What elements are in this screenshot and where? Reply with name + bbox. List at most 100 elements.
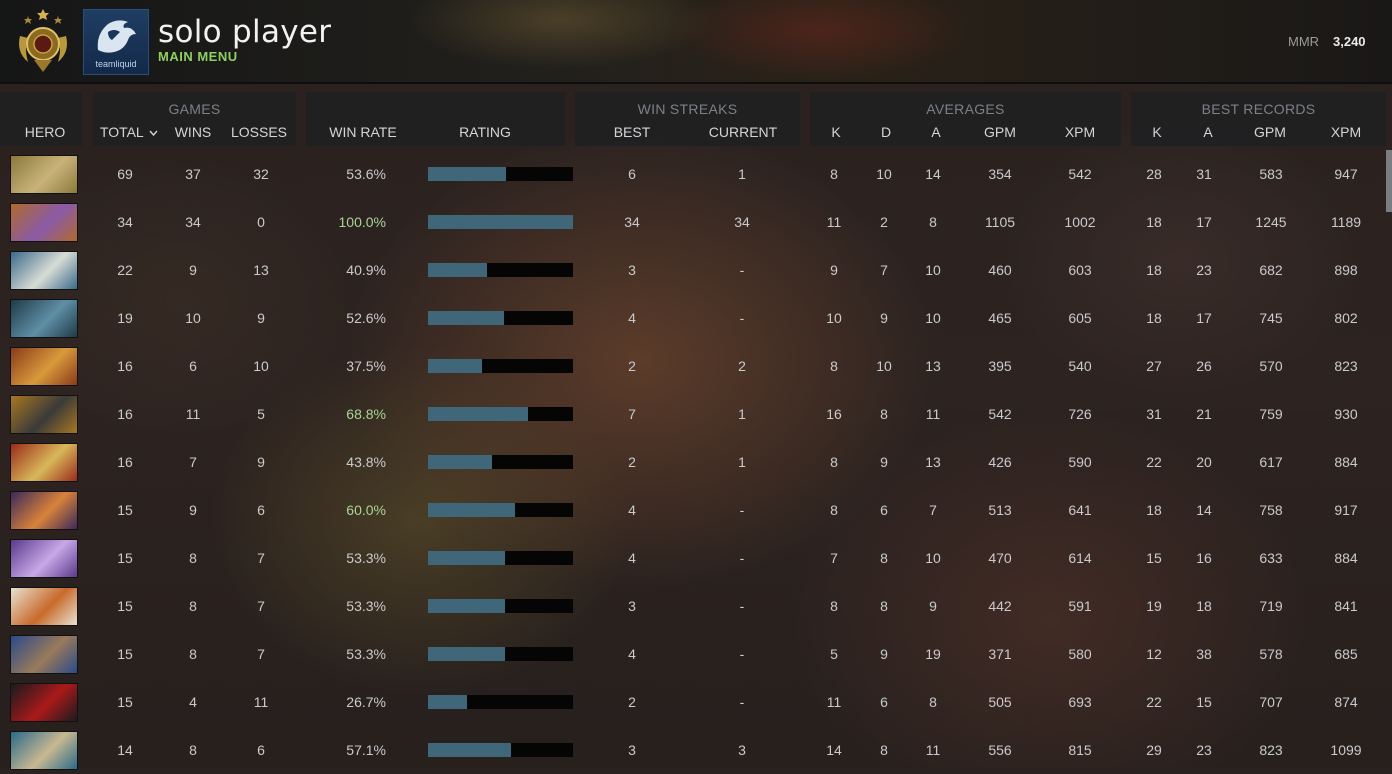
rating-bar [428, 407, 573, 421]
main-menu-link[interactable]: MAIN MENU [158, 49, 238, 64]
header-best-gpm[interactable]: GPM [1240, 124, 1300, 140]
cell-avg-xpm: 603 [1068, 262, 1092, 278]
mmr-value: 3,240 [1333, 34, 1366, 49]
win-streaks-group-title: WIN STREAKS [637, 101, 738, 117]
cell-wins: 6 [189, 358, 197, 374]
table-row[interactable]: 15 4 11 2 - 11 6 8 505 693 22 15 707 874 26.7% [0, 678, 1392, 726]
table-row[interactable]: 19 10 9 4 - 10 9 10 465 605 18 17 745 802 52.6% [0, 294, 1392, 342]
cell-best-xpm: 898 [1334, 262, 1358, 278]
cell-best-k: 12 [1146, 646, 1162, 662]
header-avg-kills[interactable]: K [816, 124, 856, 140]
games-group-title: GAMES [168, 101, 221, 117]
hero-portrait[interactable] [10, 299, 78, 338]
cell-total: 15 [117, 550, 133, 566]
cell-best-a: 23 [1196, 742, 1212, 758]
header-best-streak[interactable]: BEST [600, 124, 664, 140]
hero-portrait[interactable] [10, 155, 78, 194]
table-row[interactable]: 16 7 9 2 1 8 9 13 426 590 22 20 617 884 43.8% [0, 438, 1392, 486]
header-best-assists[interactable]: A [1188, 124, 1228, 140]
table-row[interactable]: 34 34 0 34 34 11 2 8 1105 1002 18 17 1245 1189 100.0% [0, 198, 1392, 246]
cell-losses: 0 [257, 214, 265, 230]
rating-bar [428, 215, 573, 229]
rating-bar-fill [428, 215, 573, 229]
header-losses[interactable]: LOSSES [226, 124, 292, 140]
cell-best-a: 16 [1196, 550, 1212, 566]
cell-avg-d: 2 [880, 214, 888, 230]
cell-avg-d: 8 [880, 550, 888, 566]
hero-portrait[interactable] [10, 491, 78, 530]
hero-portrait[interactable] [10, 443, 78, 482]
cell-best-xpm: 874 [1334, 694, 1358, 710]
cell-best-k: 15 [1146, 550, 1162, 566]
rating-bar-fill [428, 647, 505, 661]
cell-avg-d: 8 [880, 406, 888, 422]
header-hero[interactable]: HERO [10, 124, 80, 140]
cell-best-a: 23 [1196, 262, 1212, 278]
hero-portrait[interactable] [10, 539, 78, 578]
table-row[interactable]: 22 9 13 3 - 9 7 10 460 603 18 23 682 898 40.9% [0, 246, 1392, 294]
cell-win-rate: 53.3% [346, 598, 386, 614]
cell-best-gpm: 578 [1259, 646, 1283, 662]
table-row[interactable]: 16 6 10 2 2 8 10 13 395 540 27 26 570 823 37.5% [0, 342, 1392, 390]
cell-avg-xpm: 1002 [1064, 214, 1096, 230]
table-row[interactable]: 69 37 32 6 1 8 10 14 354 542 28 31 583 947 53.6% [0, 150, 1392, 198]
header-best-kills[interactable]: K [1137, 124, 1177, 140]
cell-avg-gpm: 556 [988, 742, 1012, 758]
table-row[interactable]: 15 8 7 3 - 8 8 9 442 591 19 18 719 841 53.3% [0, 582, 1392, 630]
team-logo-text: teamliquid [95, 59, 137, 69]
table-row[interactable]: 14 8 6 3 3 14 8 11 556 815 29 23 823 1099 57.1% [0, 726, 1392, 774]
hero-portrait[interactable] [10, 347, 78, 386]
cell-best-k: 29 [1146, 742, 1162, 758]
header-current-streak[interactable]: CURRENT [700, 124, 786, 140]
cell-best-gpm: 759 [1259, 406, 1283, 422]
cell-win-rate: 68.8% [346, 406, 386, 422]
hero-portrait[interactable] [10, 731, 78, 770]
header-avg-xpm[interactable]: XPM [1050, 124, 1110, 140]
rating-bar [428, 599, 573, 613]
hero-portrait[interactable] [10, 683, 78, 722]
header-win-rate[interactable]: WIN RATE [320, 124, 406, 140]
cell-best-a: 21 [1196, 406, 1212, 422]
header-total-label: TOTAL [99, 124, 144, 140]
cell-avg-gpm: 442 [988, 598, 1012, 614]
header-best-xpm[interactable]: XPM [1316, 124, 1376, 140]
table-row[interactable]: 15 8 7 4 - 7 8 10 470 614 15 16 633 884 53.3% [0, 534, 1392, 582]
rating-bar-fill [428, 599, 505, 613]
hero-portrait[interactable] [10, 251, 78, 290]
cell-current: - [739, 502, 745, 518]
header-avg-assists[interactable]: A [916, 124, 956, 140]
cell-avg-k: 16 [826, 406, 842, 422]
cell-avg-gpm: 371 [988, 646, 1012, 662]
cell-best: 7 [628, 406, 636, 422]
header-wins[interactable]: WINS [160, 124, 226, 140]
cell-wins: 8 [189, 742, 197, 758]
cell-best: 2 [628, 454, 636, 470]
cell-win-rate: 37.5% [346, 358, 386, 374]
hero-portrait[interactable] [10, 635, 78, 674]
table-row[interactable]: 15 8 7 4 - 5 9 19 371 580 12 38 578 685 53.3% [0, 630, 1392, 678]
header-rating[interactable]: RATING [440, 124, 530, 140]
cell-avg-xpm: 726 [1068, 406, 1092, 422]
cell-avg-gpm: 395 [988, 358, 1012, 374]
cell-total: 34 [117, 214, 133, 230]
header-total[interactable]: TOTAL [96, 124, 162, 140]
hero-portrait[interactable] [10, 587, 78, 626]
cell-best-gpm: 719 [1259, 598, 1283, 614]
cell-best-a: 17 [1196, 214, 1212, 230]
table-row[interactable]: 16 11 5 7 1 16 8 11 542 726 31 21 759 930 68.8% [0, 390, 1392, 438]
scrollbar-thumb[interactable] [1386, 150, 1392, 212]
rating-bar-fill [428, 551, 505, 565]
cell-avg-gpm: 354 [988, 166, 1012, 182]
cell-avg-a: 13 [925, 454, 941, 470]
cell-best: 3 [628, 742, 636, 758]
rating-bar-fill [428, 311, 504, 325]
cell-best-k: 18 [1146, 310, 1162, 326]
cell-best-xpm: 1099 [1330, 742, 1362, 758]
cell-losses: 10 [253, 358, 269, 374]
hero-portrait[interactable] [10, 395, 78, 434]
hero-portrait[interactable] [10, 203, 78, 242]
table-row[interactable]: 15 9 6 4 - 8 6 7 513 641 18 14 758 917 60.0% [0, 486, 1392, 534]
header-avg-gpm[interactable]: GPM [970, 124, 1030, 140]
cell-best-xpm: 917 [1334, 502, 1358, 518]
header-avg-deaths[interactable]: D [866, 124, 906, 140]
